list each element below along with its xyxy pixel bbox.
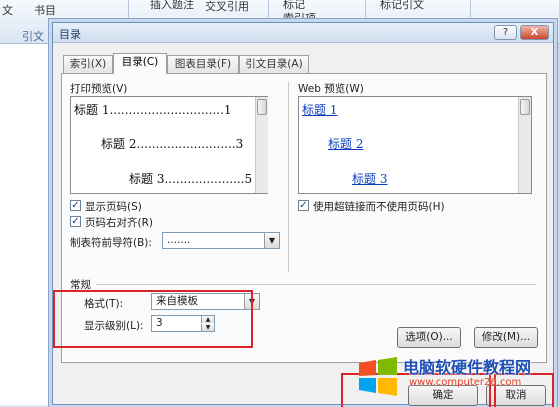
web-preview-label: Web 预览(W) bbox=[298, 83, 364, 95]
site-watermark: 电脑软硬件教程网 www.computer26.com bbox=[351, 351, 559, 405]
dialog-titlebar[interactable]: 目录 ? X bbox=[53, 23, 553, 43]
print-preview-scrollbar[interactable] bbox=[255, 97, 268, 193]
web-preview-scrollbar[interactable] bbox=[518, 97, 531, 193]
levels-highlight-box bbox=[53, 290, 253, 348]
use-hyperlinks-checkbox[interactable]: ✓ bbox=[298, 200, 309, 211]
tab-leader-select[interactable]: ....... ▼ bbox=[162, 232, 280, 249]
right-align-label: 页码右对齐(R) bbox=[85, 217, 153, 229]
print-preview-heading-3: 标题 3.....................5 bbox=[129, 172, 253, 186]
help-button[interactable]: ? bbox=[494, 25, 517, 40]
chevron-down-icon[interactable]: ▼ bbox=[264, 233, 279, 248]
windows-logo-icon bbox=[359, 357, 397, 396]
web-preview-link-1[interactable]: 标题 1 bbox=[302, 101, 337, 118]
tab-leader-value: ....... bbox=[167, 234, 191, 246]
tab-toc[interactable]: 目录(C) bbox=[113, 53, 167, 74]
tab-leader-label: 制表符前导符(B): bbox=[70, 237, 152, 249]
watermark-title: 电脑软硬件教程网 bbox=[403, 358, 532, 377]
print-preview-heading-1: 标题 1..............................1 bbox=[74, 103, 232, 117]
watermark-url: www.computer26.com bbox=[409, 377, 522, 388]
print-preview-scroll-thumb[interactable] bbox=[257, 99, 267, 115]
ribbon-item-mark-citation[interactable]: 标记引文 bbox=[380, 0, 424, 12]
modify-button[interactable]: 修改(M)... bbox=[474, 327, 538, 348]
general-divider bbox=[96, 284, 536, 285]
tab-table-of-authorities[interactable]: 引文目录(A) bbox=[239, 55, 309, 73]
tab-table-of-figures[interactable]: 图表目录(F) bbox=[167, 55, 239, 73]
print-preview-box[interactable]: 标题 1..............................1 标题 2… bbox=[70, 96, 268, 194]
ribbon-item-bibliography[interactable]: 书目 bbox=[34, 2, 56, 18]
print-preview-label: 打印预览(V) bbox=[70, 83, 128, 95]
ribbon-item-text[interactable]: 文 bbox=[2, 2, 13, 18]
show-page-numbers-label: 显示页码(S) bbox=[85, 201, 142, 213]
close-button[interactable]: X bbox=[520, 25, 549, 40]
options-button[interactable]: 选项(O)... bbox=[397, 327, 461, 348]
web-preview-link-2[interactable]: 标题 2 bbox=[328, 135, 363, 152]
vertical-divider bbox=[288, 82, 289, 272]
show-page-numbers-checkbox[interactable]: ✓ bbox=[70, 200, 81, 211]
web-preview-scroll-thumb[interactable] bbox=[520, 99, 530, 115]
ribbon-item-cross-reference[interactable]: 交叉引用 bbox=[205, 0, 249, 14]
use-hyperlinks-label: 使用超链接而不使用页码(H) bbox=[313, 201, 445, 213]
ribbon-item-insert-caption[interactable]: 插入题注 bbox=[150, 0, 194, 12]
ribbon-group-citations: 引文 bbox=[22, 30, 44, 43]
web-preview-link-3[interactable]: 标题 3 bbox=[352, 170, 387, 187]
web-preview-box[interactable]: 标题 1 标题 2 标题 3 bbox=[298, 96, 532, 194]
right-align-checkbox[interactable]: ✓ bbox=[70, 216, 81, 227]
dialog-title: 目录 bbox=[59, 28, 81, 41]
print-preview-heading-2: 标题 2..........................3 bbox=[101, 137, 244, 151]
tab-index[interactable]: 索引(X) bbox=[63, 55, 113, 73]
document-page bbox=[0, 44, 52, 405]
